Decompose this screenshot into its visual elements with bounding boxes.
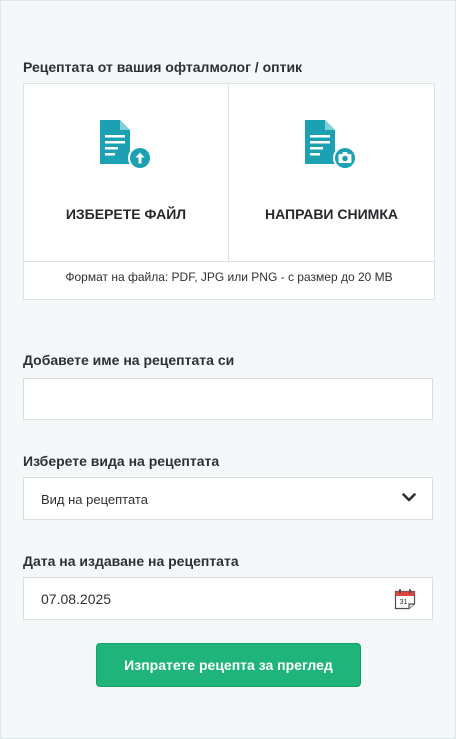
document-upload-icon <box>100 120 152 170</box>
prescription-name-input[interactable] <box>23 378 433 420</box>
upload-options: ИЗБЕРЕТЕ ФАЙЛ НАПРАВИ СНИМКА <box>24 84 434 262</box>
name-field-label: Добавете име на рецептата си <box>23 352 235 368</box>
document-camera-icon <box>305 120 357 170</box>
issue-date-input[interactable]: 07.08.2025 31 <box>23 577 433 620</box>
prescription-type-select[interactable]: Вид на рецептата <box>23 477 433 520</box>
take-photo-label: НАПРАВИ СНИМКА <box>265 206 398 222</box>
calendar-day-number: 31 <box>400 599 408 606</box>
issue-date-value: 07.08.2025 <box>41 591 112 607</box>
calendar-icon[interactable]: 31 <box>394 588 416 610</box>
date-field-label: Дата на издаване на рецептата <box>23 553 239 569</box>
chevron-down-icon <box>402 493 416 502</box>
upload-box: ИЗБЕРЕТЕ ФАЙЛ НАПРАВИ СНИМКА Формат на ф… <box>23 83 435 300</box>
choose-file-button[interactable]: ИЗБЕРЕТЕ ФАЙЛ <box>24 84 229 261</box>
prescription-form: Рецептата от вашия офталмолог / оптик ИЗ… <box>0 0 456 739</box>
choose-file-label: ИЗБЕРЕТЕ ФАЙЛ <box>65 206 187 222</box>
take-photo-button[interactable]: НАПРАВИ СНИМКА <box>229 84 434 261</box>
prescription-type-value: Вид на рецептата <box>41 492 148 507</box>
type-field-label: Изберете вида на рецептата <box>23 453 220 469</box>
submit-prescription-button[interactable]: Изпратете рецепта за преглед <box>96 643 361 687</box>
file-format-note: Формат на файла: PDF, JPG или PNG - с ра… <box>65 270 393 284</box>
prescription-section-title: Рецептата от вашия офталмолог / оптик <box>23 59 303 75</box>
